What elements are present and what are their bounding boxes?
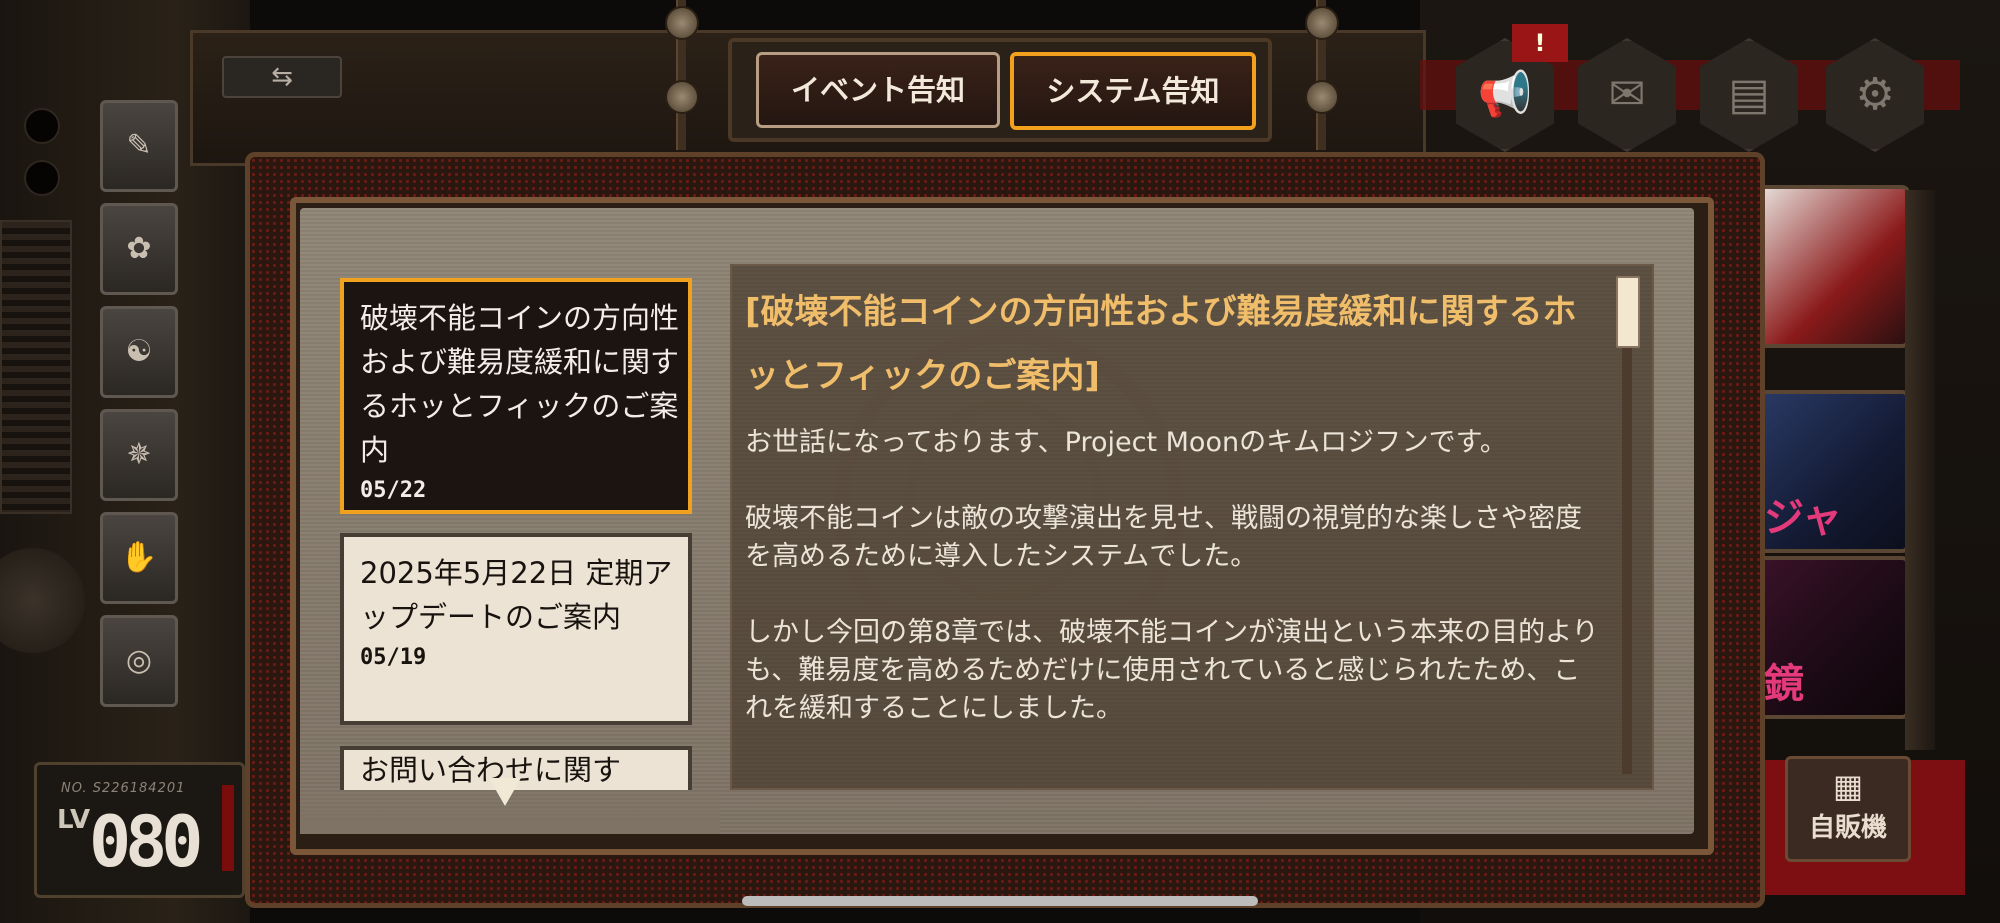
notice-detail-body: お世話になっております、Project Moonのキムロジフンです。 破壊不能コ… bbox=[745, 424, 1605, 766]
player-level-panel: NO. S226184201 LV 080 bbox=[34, 762, 245, 898]
notice-title: 2025年5月22日 定期アップデートのご案内 bbox=[360, 556, 673, 634]
swirl-icon[interactable]: ◎ bbox=[100, 615, 178, 707]
vending-machine-button[interactable]: ▦ 自販機 bbox=[1785, 756, 1911, 862]
notice-title: お問い合わせに関す bbox=[360, 753, 622, 787]
banner-card[interactable] bbox=[1752, 185, 1910, 348]
notice-tab-bar: イベント告知 システム告知 bbox=[728, 38, 1272, 142]
detail-paragraph: お世話になっております、Project Moonのキムロジフンです。 bbox=[745, 427, 1507, 458]
player-number: NO. S226184201 bbox=[61, 781, 186, 796]
notice-list-item[interactable]: 破壊不能コインの方向性および難易度緩和に関するホッとフィックのご案内 05/22 bbox=[340, 278, 692, 514]
tab-system-notice[interactable]: システム告知 bbox=[1010, 52, 1256, 130]
level-label: LV bbox=[57, 805, 91, 835]
bolt bbox=[665, 80, 699, 114]
detail-paragraph: しかし今回の第8章では、破壊不能コインが演出という本来の目的よりも、難易度を高め… bbox=[745, 617, 1599, 724]
scroll-down-arrow-icon[interactable] bbox=[489, 778, 521, 806]
detail-scrollbar-track[interactable] bbox=[1622, 276, 1632, 774]
notice-detail-title: [破壊不能コインの方向性および難易度緩和に関するホッとフィックのご案内] bbox=[745, 292, 1577, 396]
indicator-dot bbox=[24, 160, 60, 196]
notice-date: 05/22 bbox=[360, 478, 427, 503]
tab-event-notice[interactable]: イベント告知 bbox=[756, 52, 1000, 128]
indicator-dot bbox=[24, 108, 60, 144]
vending-icon: ▦ bbox=[1832, 767, 1864, 805]
bird-emblem-icon[interactable]: ✿ bbox=[100, 203, 178, 295]
vending-label: 自販機 bbox=[1808, 813, 1887, 843]
detail-scrollbar-thumb[interactable] bbox=[1616, 276, 1640, 348]
banner-card[interactable]: 鏡 bbox=[1752, 556, 1910, 719]
sigil-icon[interactable]: ✵ bbox=[100, 409, 178, 501]
book-icon[interactable]: ✎ bbox=[100, 100, 178, 192]
notice-title: 破壊不能コインの方向性および難易度緩和に関するホッとフィックのご案内 bbox=[360, 301, 680, 467]
bolt bbox=[1305, 6, 1339, 40]
detail-paragraph: 破壊不能コインは敵の攻撃演出を見せ、戦闘の視覚的な楽しさや密度を高めるために導入… bbox=[745, 503, 1582, 572]
hand-icon[interactable]: ✋ bbox=[100, 512, 178, 604]
home-indicator[interactable] bbox=[742, 896, 1258, 906]
notice-list-item[interactable]: 2025年5月22日 定期アップデートのご案内 05/19 bbox=[340, 533, 692, 725]
notice-date: 05/19 bbox=[360, 645, 427, 670]
level-gauge bbox=[222, 785, 234, 871]
level-value: 080 bbox=[89, 801, 203, 883]
banner-card-label: ジャ bbox=[1764, 495, 1842, 541]
banner-card[interactable]: ジャ bbox=[1752, 390, 1910, 553]
swap-button[interactable]: ⇆ bbox=[222, 56, 342, 98]
bolt bbox=[1305, 80, 1339, 114]
dragon-icon[interactable]: ☯ bbox=[100, 306, 178, 398]
right-rail bbox=[1905, 190, 1935, 750]
banner-card-label: 鏡 bbox=[1764, 661, 1804, 707]
bolt bbox=[665, 6, 699, 40]
vent-grille bbox=[0, 220, 72, 514]
alert-badge: ! bbox=[1512, 24, 1568, 62]
